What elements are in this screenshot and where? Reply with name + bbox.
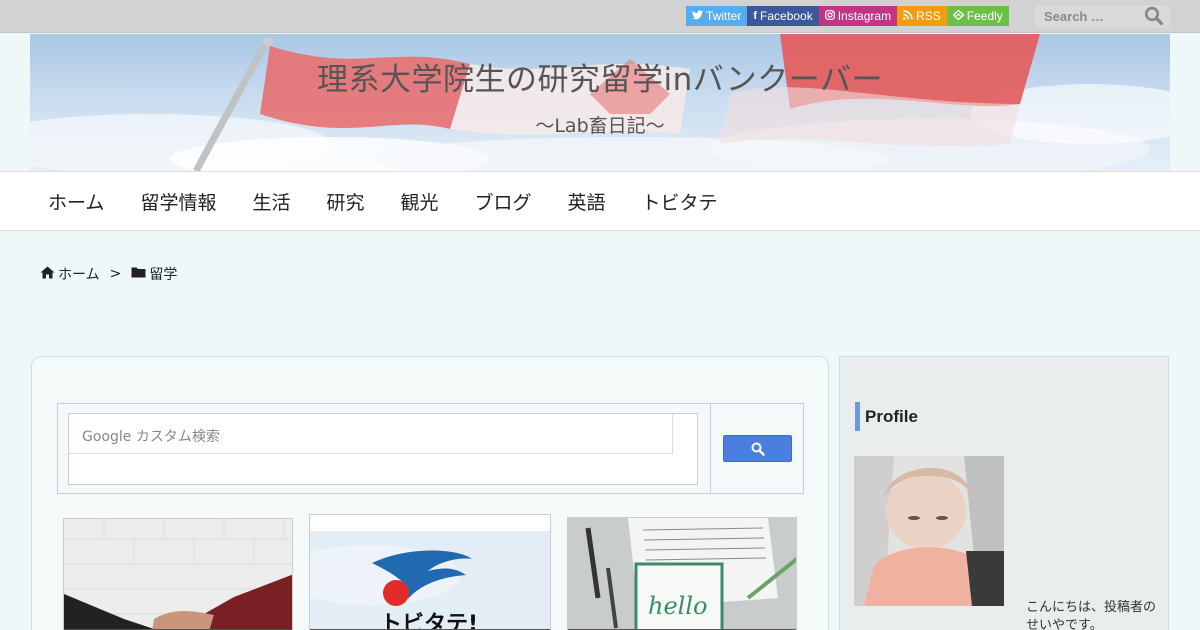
site-title[interactable]: 理系大学院生の研究留学inバンクーバー	[30, 54, 1170, 99]
article-thumbnail-hello: hello	[568, 518, 796, 630]
nav-item-tobitate[interactable]: トビタテ	[624, 188, 736, 215]
breadcrumb-home[interactable]: ホーム	[58, 264, 100, 284]
custom-search-field-wrap: Google カスタム検索	[68, 413, 698, 485]
article-card-hello[interactable]: hello	[567, 517, 797, 630]
facebook-link[interactable]: f Facebook	[747, 6, 819, 26]
svg-text:hello: hello	[648, 592, 707, 620]
rss-icon	[903, 9, 913, 23]
nav-item-study-abroad-info[interactable]: 留学情報	[122, 188, 234, 215]
feedly-link[interactable]: Feedly	[946, 6, 1009, 26]
profile-heading: Profile	[855, 402, 918, 431]
nav-item-research[interactable]: 研究	[308, 188, 382, 215]
facebook-icon: f	[753, 10, 758, 22]
search-icon	[751, 442, 765, 456]
folder-icon	[131, 266, 149, 282]
profile-intro: こんにちは、投稿者のせいやです。	[1026, 600, 1157, 630]
nav-item-home[interactable]: ホーム	[30, 188, 122, 215]
article-card-tobitate[interactable]: トビタテ!	[309, 514, 551, 630]
article-thumbnail-tobitate: トビタテ!	[310, 515, 550, 630]
article-cards: トビタテ! hello	[31, 514, 829, 630]
instagram-link[interactable]: Instagram	[818, 6, 898, 26]
social-links: Twitter f Facebook Instagram RSS Feedly	[686, 6, 1009, 26]
custom-search-input[interactable]: Google カスタム検索	[69, 414, 673, 454]
twitter-label: Twitter	[706, 9, 742, 23]
nav-item-life[interactable]: 生活	[234, 188, 308, 215]
svg-text:トビタテ!: トビタテ!	[380, 612, 478, 630]
site-subtitle: ～Lab畜日記～	[535, 115, 665, 137]
instagram-label: Instagram	[837, 9, 892, 23]
breadcrumb: ホーム > 留学	[40, 264, 177, 284]
custom-search-box: Google カスタム検索	[57, 403, 804, 494]
sidebar: Profile こんにちは、投稿者のせいやです。	[839, 356, 1169, 630]
twitter-link[interactable]: Twitter	[686, 6, 748, 26]
feedly-icon	[952, 9, 965, 23]
article-thumbnail-handshake	[64, 519, 292, 630]
custom-search-button[interactable]	[723, 435, 792, 462]
site-search	[1035, 5, 1170, 28]
feedly-label: Feedly	[966, 9, 1003, 23]
nav-item-sightseeing[interactable]: 観光	[382, 188, 456, 215]
home-icon	[40, 266, 58, 283]
nav-item-blog[interactable]: ブログ	[457, 188, 550, 215]
header-banner: 理系大学院生の研究留学inバンクーバー ～Lab畜日記～	[30, 34, 1170, 171]
rss-link[interactable]: RSS	[897, 6, 947, 26]
profile-avatar	[854, 456, 1004, 606]
rss-label: RSS	[916, 9, 941, 23]
nav-item-english[interactable]: 英語	[550, 188, 624, 215]
custom-search-divider	[710, 404, 711, 493]
breadcrumb-category[interactable]: 留学	[149, 264, 177, 284]
facebook-label: Facebook	[760, 9, 813, 23]
breadcrumb-separator: >	[109, 266, 122, 282]
top-bar: Twitter f Facebook Instagram RSS Feedly	[0, 0, 1200, 33]
search-icon[interactable]	[1144, 6, 1166, 28]
avatar-photo	[854, 456, 1004, 606]
article-card-handshake[interactable]	[63, 518, 293, 630]
main-nav: ホーム 留学情報 生活 研究 観光 ブログ 英語 トビタテ	[0, 171, 1200, 231]
search-input[interactable]	[1035, 5, 1135, 28]
instagram-icon	[824, 9, 835, 23]
twitter-icon	[692, 9, 703, 23]
